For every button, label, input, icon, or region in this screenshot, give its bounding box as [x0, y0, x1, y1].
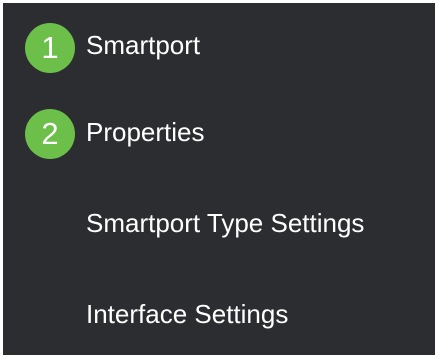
nav-item-label: Smartport Type Settings: [86, 208, 365, 238]
step-2-badge: 2: [25, 109, 75, 159]
step-1-badge: 1: [25, 23, 75, 73]
nav-item-properties[interactable]: 2 Properties: [3, 101, 435, 161]
nav-item-label: Smartport: [86, 30, 201, 60]
nav-item-smartport[interactable]: 1 Smartport: [3, 15, 435, 75]
navigation-panel: 1 Smartport 2 Properties Smartport Type …: [3, 3, 435, 355]
nav-item-label: Interface Settings: [86, 299, 289, 329]
nav-item-smartport-type-settings[interactable]: Smartport Type Settings: [3, 193, 435, 253]
nav-item-interface-settings[interactable]: Interface Settings: [3, 285, 435, 345]
nav-item-label: Properties: [86, 117, 205, 147]
